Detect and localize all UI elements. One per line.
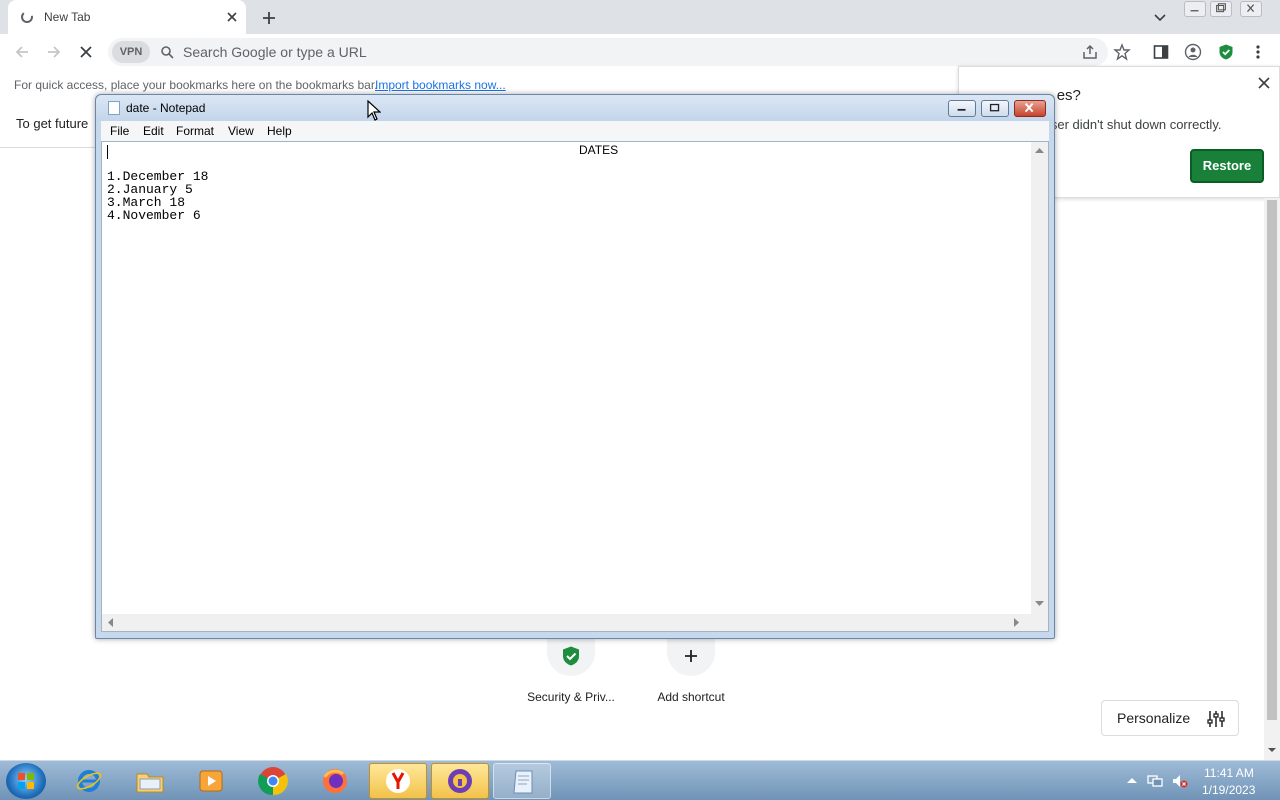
infobar-text: To get future [16, 116, 89, 131]
tab-title: New Tab [44, 10, 91, 24]
stop-loading-icon[interactable] [77, 43, 95, 61]
taskbar-chrome[interactable] [244, 763, 302, 799]
page-scrollbar[interactable] [1264, 198, 1280, 760]
shortcut-tile [547, 636, 595, 676]
volume-muted-icon[interactable] [1172, 773, 1188, 789]
omnibox-placeholder[interactable]: Search Google or type a URL [183, 44, 367, 60]
start-button[interactable] [6, 763, 46, 799]
folder-icon [136, 773, 164, 793]
notepad-horizontal-scrollbar[interactable] [102, 614, 1031, 631]
chrome-icon [258, 767, 288, 796]
taskbar-firefox[interactable] [306, 763, 364, 799]
notepad-minimize-button[interactable] [948, 100, 976, 117]
import-bookmarks-link[interactable]: Import bookmarks now... [375, 78, 506, 92]
menu-dots-icon[interactable] [1249, 43, 1267, 61]
scroll-down-arrow-icon[interactable] [1035, 601, 1044, 607]
taskbar-internet-explorer[interactable] [60, 763, 118, 799]
scroll-up-arrow-icon[interactable] [1035, 147, 1044, 153]
forward-arrow-icon[interactable] [45, 43, 63, 61]
menu-edit[interactable]: Edit [143, 124, 164, 138]
browser-close-button[interactable] [1240, 1, 1262, 17]
network-icon[interactable] [1147, 773, 1163, 789]
internet-explorer-icon [76, 770, 102, 792]
shortcut-security-privacy[interactable]: Security & Priv... [511, 636, 631, 716]
tab-new-tab[interactable]: New Tab [8, 0, 246, 34]
vpn-app-icon [448, 769, 472, 793]
tab-search-chevron-icon[interactable] [1152, 9, 1168, 25]
tab-strip: New Tab [0, 0, 1280, 34]
firefox-icon [323, 769, 347, 793]
restore-button[interactable]: Restore [1190, 149, 1264, 183]
resize-grip[interactable] [1031, 614, 1048, 631]
notepad-menubar: File Edit Format View Help [101, 121, 1049, 141]
scroll-right-arrow-icon[interactable] [1014, 618, 1020, 627]
notepad-text-area[interactable]: DATES 1.December 18 2.January 5 3.March … [101, 141, 1049, 632]
shortcut-tile [667, 636, 715, 676]
bookmarks-hint: For quick access, place your bookmarks h… [14, 78, 378, 92]
notepad-title: date - Notepad [126, 101, 206, 115]
shortcut-add[interactable]: Add shortcut [631, 636, 751, 716]
browser-minimize-button[interactable] [1184, 1, 1206, 17]
back-arrow-icon[interactable] [13, 43, 31, 61]
notepad-close-button[interactable] [1014, 100, 1046, 117]
personalize-label: Personalize [1117, 710, 1191, 726]
date-line-4: 4.November 6 [107, 208, 201, 223]
taskbar-yandex[interactable] [369, 763, 427, 799]
notepad-window: date - Notepad File Edit Format View Hel… [95, 94, 1055, 639]
shortcut-label: Add shortcut [657, 690, 725, 704]
dates-heading: DATES [579, 143, 619, 157]
search-icon [161, 46, 174, 59]
shield-check-icon [563, 646, 579, 666]
omnibox[interactable]: VPN Search Google or type a URL [108, 38, 1108, 66]
notepad-titlebar[interactable]: date - Notepad [96, 95, 1054, 121]
clock-date[interactable]: 1/19/2023 [1202, 783, 1255, 797]
side-panel-icon[interactable] [1152, 43, 1170, 61]
taskbar: 11:41 AM 1/19/2023 [0, 760, 1280, 800]
loading-icon [21, 11, 33, 23]
close-tab-icon[interactable] [224, 9, 240, 25]
menu-help[interactable]: Help [267, 124, 292, 138]
share-icon[interactable] [1081, 43, 1099, 61]
menu-view[interactable]: View [228, 124, 254, 138]
close-icon[interactable] [1256, 75, 1272, 91]
notepad-icon [108, 101, 120, 115]
mouse-cursor-icon [367, 100, 381, 121]
taskbar-vpn-app[interactable] [431, 763, 489, 799]
clock-time[interactable]: 11:41 AM [1204, 766, 1254, 780]
taskbar-media-player[interactable] [182, 763, 240, 799]
menu-format[interactable]: Format [176, 124, 214, 138]
page-scroll-thumb[interactable] [1267, 200, 1277, 720]
show-hidden-icons-arrow-icon[interactable] [1124, 773, 1140, 789]
sliders-icon [1207, 711, 1225, 727]
scroll-left-arrow-icon[interactable] [107, 618, 113, 627]
profile-icon[interactable] [1184, 43, 1202, 61]
media-player-icon [199, 770, 223, 792]
new-tab-button[interactable] [258, 7, 280, 29]
menu-file[interactable]: File [110, 124, 129, 138]
taskbar-notepad[interactable] [493, 763, 551, 799]
shield-extension-icon[interactable] [1217, 43, 1235, 61]
taskbar-file-explorer[interactable] [121, 763, 179, 799]
notepad-maximize-button[interactable] [981, 100, 1009, 117]
yandex-icon [386, 769, 410, 793]
windows-logo-icon [18, 773, 34, 789]
personalize-button[interactable]: Personalize [1101, 700, 1239, 736]
notepad-app-icon [513, 770, 533, 794]
plus-icon [685, 650, 697, 662]
scroll-down-arrow-icon[interactable] [1266, 744, 1278, 756]
notepad-vertical-scrollbar[interactable] [1031, 142, 1048, 614]
shortcut-label: Security & Priv... [527, 690, 615, 704]
vpn-icon[interactable]: VPN [112, 41, 150, 63]
infobar: To get future [0, 102, 100, 148]
browser-restore-button[interactable] [1210, 1, 1232, 17]
bookmark-star-icon[interactable] [1113, 43, 1131, 61]
text-caret [107, 145, 108, 159]
